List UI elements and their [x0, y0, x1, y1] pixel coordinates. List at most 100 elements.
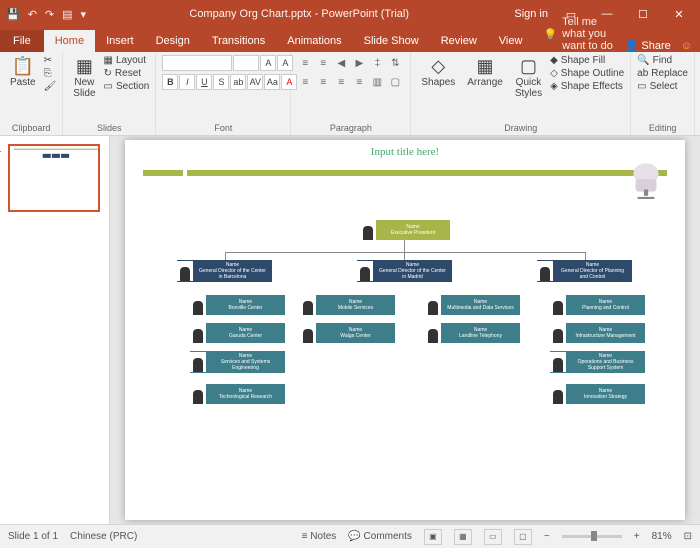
org-node-employee[interactable]: NameWalga Center — [300, 323, 395, 343]
replace-button[interactable]: ab Replace — [637, 68, 688, 79]
redo-icon[interactable]: ↷ — [45, 8, 54, 21]
zoom-slider[interactable] — [562, 535, 622, 538]
font-size-select[interactable] — [233, 55, 259, 71]
org-node-president[interactable]: NameExecutive President — [360, 220, 450, 240]
shape-fill-button[interactable]: ◆ Shape Fill — [550, 55, 624, 66]
align-right-button[interactable]: ≡ — [333, 74, 349, 90]
tab-transitions[interactable]: Transitions — [201, 30, 276, 52]
smiley-icon[interactable]: ☺ — [681, 40, 692, 52]
smartart-button[interactable]: ▢ — [387, 74, 403, 90]
layout-button[interactable]: ▦ Layout — [104, 55, 150, 66]
org-node-employee[interactable]: NameOperations and Business Support Syst… — [550, 351, 645, 373]
columns-button[interactable]: ▥ — [369, 74, 385, 90]
avatar-icon — [177, 261, 193, 281]
org-node-employee[interactable]: NameMobile Services — [300, 295, 395, 315]
shape-effects-button[interactable]: ◈ Shape Effects — [550, 81, 624, 92]
cut-button[interactable]: ✂ — [44, 55, 57, 66]
org-node-employee[interactable]: NameBonville Center — [190, 295, 285, 315]
org-node-employee[interactable]: NameInnovation Strategy — [550, 384, 645, 404]
styles-icon: ▢ — [520, 57, 537, 75]
quick-styles-button[interactable]: ▢Quick Styles — [511, 55, 546, 101]
group-editing: 🔍 Find ab Replace ▭ Select Editing — [631, 52, 695, 135]
text-direction-button[interactable]: ⇅ — [387, 55, 403, 71]
shape-outline-button[interactable]: ◇ Shape Outline — [550, 68, 624, 79]
arrange-icon: ▦ — [477, 57, 494, 75]
underline-button[interactable]: U — [196, 74, 212, 90]
window-title: Company Org Chart.pptx - PowerPoint (Tri… — [92, 8, 506, 20]
close-icon[interactable]: ✕ — [666, 8, 692, 21]
sorter-view-button[interactable]: ▦ — [454, 529, 472, 545]
tab-file[interactable]: File — [0, 30, 44, 52]
org-node-employee[interactable]: NameTechnological Research — [190, 384, 285, 404]
tell-me-search[interactable]: 💡 Tell me what you want to do — [533, 16, 624, 52]
share-button[interactable]: 👤 Share — [625, 39, 671, 52]
tab-insert[interactable]: Insert — [95, 30, 145, 52]
comments-button[interactable]: 💬 Comments — [348, 531, 412, 542]
group-label: Paragraph — [297, 122, 404, 133]
org-node-employee[interactable]: NameLandline Telephony — [425, 323, 520, 343]
slideshow-view-button[interactable]: ▢ — [514, 529, 532, 545]
reset-button[interactable]: ↻ Reset — [104, 68, 150, 79]
tab-slideshow[interactable]: Slide Show — [353, 30, 430, 52]
zoom-level[interactable]: 81% — [652, 531, 672, 542]
shadow-button[interactable]: ab — [230, 74, 246, 90]
slide-thumbnail[interactable] — [8, 144, 100, 212]
increase-font-button[interactable]: A — [260, 55, 276, 71]
font-family-select[interactable] — [162, 55, 232, 71]
align-center-button[interactable]: ≡ — [315, 74, 331, 90]
title-accent — [143, 170, 183, 176]
quick-access-toolbar: 💾 ↶ ↷ ▤ ▾ — [0, 8, 92, 21]
normal-view-button[interactable]: ▣ — [424, 529, 442, 545]
find-button[interactable]: 🔍 Find — [637, 55, 688, 66]
org-node-employee[interactable]: NamePlanning and Control — [550, 295, 645, 315]
org-node-director[interactable]: NameGeneral Director of the Center in Ba… — [177, 260, 272, 282]
slide-title[interactable]: Input title here! — [371, 146, 439, 158]
numbering-button[interactable]: ≡ — [315, 55, 331, 71]
arrange-button[interactable]: ▦Arrange — [463, 55, 507, 90]
zoom-in-button[interactable]: + — [634, 531, 640, 542]
org-node-employee[interactable]: NameServices and Systems Engineering — [190, 351, 285, 373]
tab-home[interactable]: Home — [44, 30, 95, 52]
format-painter-button[interactable]: 🖌 — [44, 81, 57, 92]
org-node-employee[interactable]: NameInfrastructure Management — [550, 323, 645, 343]
italic-button[interactable]: I — [179, 74, 195, 90]
qat-dropdown-icon[interactable]: ▾ — [81, 8, 87, 21]
maximize-icon[interactable]: ☐ — [630, 8, 656, 21]
tab-review[interactable]: Review — [430, 30, 488, 52]
new-slide-button[interactable]: ▦ New Slide — [69, 55, 99, 101]
shapes-button[interactable]: ◇Shapes — [417, 55, 459, 90]
fit-window-button[interactable]: ⊡ — [684, 531, 692, 542]
select-button[interactable]: ▭ Select — [637, 81, 688, 92]
copy-button[interactable]: ⎘ — [44, 68, 57, 79]
start-slideshow-icon[interactable]: ▤ — [62, 8, 72, 21]
zoom-out-button[interactable]: − — [544, 531, 550, 542]
case-button[interactable]: Aa — [264, 74, 280, 90]
strike-button[interactable]: S — [213, 74, 229, 90]
bold-button[interactable]: B — [162, 74, 178, 90]
save-icon[interactable]: 💾 — [6, 8, 20, 21]
indent-right-button[interactable]: ▶ — [351, 55, 367, 71]
tab-design[interactable]: Design — [145, 30, 201, 52]
org-node-director[interactable]: NameGeneral Director of Planning and Con… — [537, 260, 632, 282]
org-node-director[interactable]: NameGeneral Director of the Center in Ma… — [357, 260, 452, 282]
slide-canvas[interactable]: Input title here! NameExecutive Presiden… — [110, 136, 700, 524]
group-clipboard: 📋 Paste ✂ ⎘ 🖌 Clipboard — [0, 52, 63, 135]
language-indicator[interactable]: Chinese (PRC) — [70, 531, 137, 542]
undo-icon[interactable]: ↶ — [28, 8, 37, 21]
line-spacing-button[interactable]: ‡ — [369, 55, 385, 71]
chair-image — [625, 158, 667, 200]
tab-view[interactable]: View — [488, 30, 534, 52]
indent-left-button[interactable]: ◀ — [333, 55, 349, 71]
tab-animations[interactable]: Animations — [276, 30, 352, 52]
org-node-employee[interactable]: NameMultimedia and Data Services — [425, 295, 520, 315]
notes-button[interactable]: ≡ Notes — [302, 531, 337, 542]
justify-button[interactable]: ≡ — [351, 74, 367, 90]
org-node-employee[interactable]: NameGaruda Center — [190, 323, 285, 343]
bullets-button[interactable]: ≡ — [297, 55, 313, 71]
slide-counter[interactable]: Slide 1 of 1 — [8, 531, 58, 542]
section-button[interactable]: ▭ Section — [104, 81, 150, 92]
align-left-button[interactable]: ≡ — [297, 74, 313, 90]
spacing-button[interactable]: AV — [247, 74, 263, 90]
reading-view-button[interactable]: ▭ — [484, 529, 502, 545]
paste-button[interactable]: 📋 Paste — [6, 55, 40, 90]
